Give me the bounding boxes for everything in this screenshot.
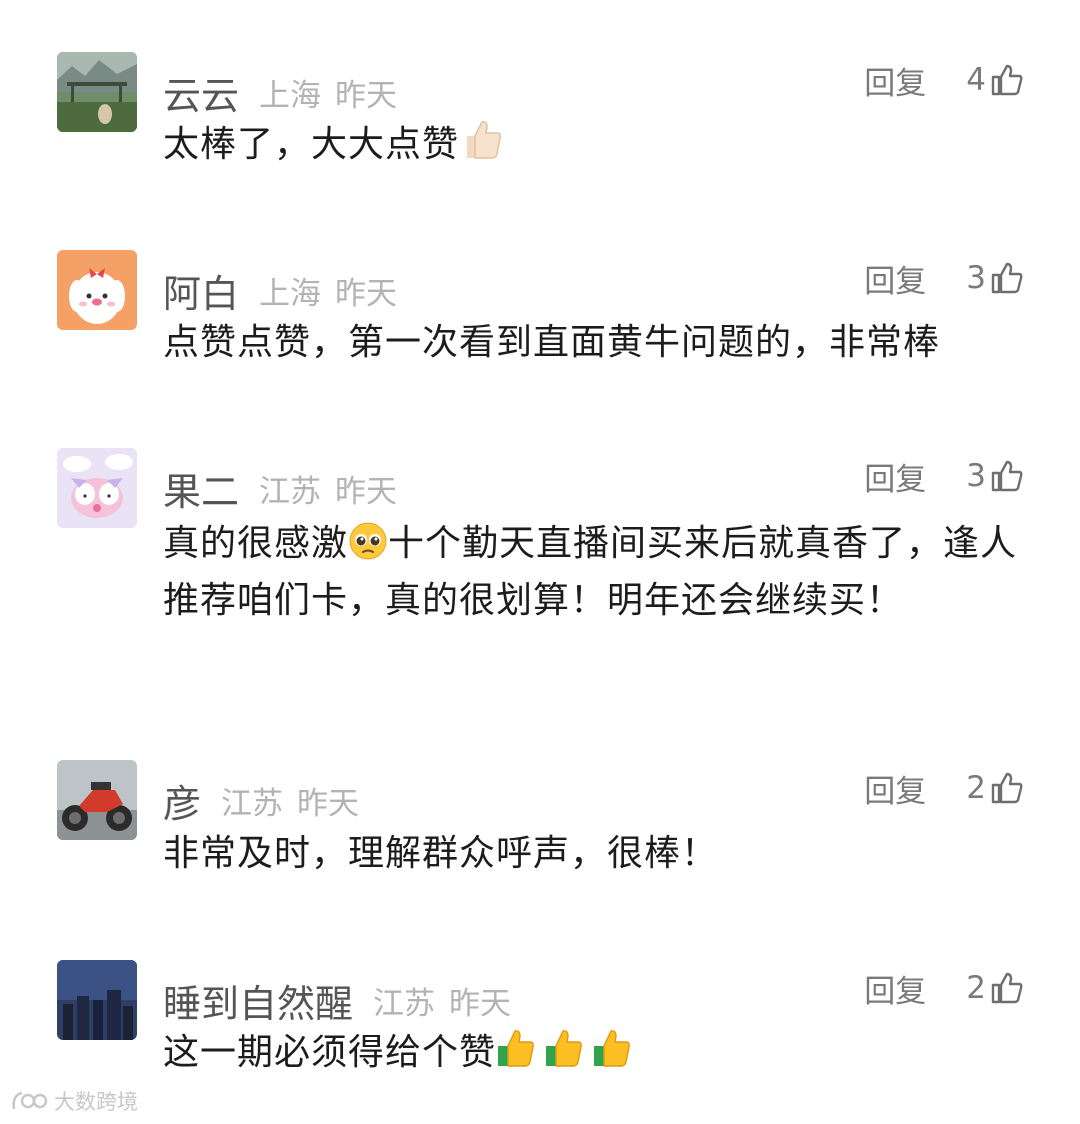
watermark: 大数跨境 — [10, 1086, 138, 1116]
thumbs-up-emoji-icon — [496, 1024, 640, 1070]
comment-actions: 回复 3 — [864, 238, 1024, 318]
like-count: 2 — [966, 970, 986, 1006]
location: 江苏 — [221, 785, 284, 822]
like-count: 4 — [966, 62, 986, 98]
comment-actions: 回复 2 — [864, 748, 1024, 828]
comment-text: 非常及时，理解群众呼声，很棒！ — [163, 833, 719, 874]
reply-button[interactable]: 回复 — [864, 454, 926, 499]
timestamp: 昨天 — [449, 985, 512, 1022]
thumbs-up-outline-icon — [990, 459, 1024, 493]
comment-text-content: 真的很感激 — [163, 523, 349, 564]
thumbs-up-emoji-icon — [459, 116, 505, 162]
comment-text-content: 这一期必须得给个赞 — [163, 1032, 497, 1073]
reply-button[interactable]: 回复 — [864, 966, 926, 1011]
comment-actions: 回复 3 — [864, 436, 1024, 516]
thumbs-up-outline-icon — [990, 771, 1024, 805]
watermark-logo-icon — [12, 1091, 48, 1110]
username[interactable]: 彦 — [163, 773, 201, 828]
comment-text: 太棒了，大大点赞 — [163, 116, 1033, 173]
like-button[interactable]: 2 — [966, 970, 1024, 1006]
thumbs-up-outline-icon — [990, 971, 1024, 1005]
reply-button[interactable]: 回复 — [864, 766, 926, 811]
like-count: 3 — [966, 458, 986, 494]
like-button[interactable]: 4 — [966, 62, 1024, 98]
comment-text: 这一期必须得给个赞 — [163, 1024, 1033, 1081]
comment-actions: 回复 4 — [864, 40, 1024, 120]
avatar[interactable] — [57, 760, 137, 840]
avatar[interactable] — [57, 448, 137, 528]
thumbs-up-outline-icon — [990, 261, 1024, 295]
location: 上海 — [259, 275, 322, 312]
avatar[interactable] — [57, 250, 137, 330]
location: 上海 — [259, 77, 322, 114]
location: 江苏 — [259, 473, 322, 510]
like-button[interactable]: 2 — [966, 770, 1024, 806]
like-button[interactable]: 3 — [966, 458, 1024, 494]
comment-text: 真的很感激 十个勤天直播间买来后就真香了，逢人推荐咱们卡，真的很划算！明年还会继续… — [163, 515, 1033, 629]
timestamp: 昨天 — [335, 473, 398, 510]
timestamp: 昨天 — [335, 275, 398, 312]
username[interactable]: 阿白 — [163, 263, 239, 318]
like-count: 2 — [966, 770, 986, 806]
pleading-face-emoji-icon — [348, 521, 388, 561]
username[interactable]: 睡到自然醒 — [163, 973, 353, 1028]
reply-button[interactable]: 回复 — [864, 256, 926, 301]
location: 江苏 — [373, 985, 436, 1022]
thumbs-up-outline-icon — [990, 63, 1024, 97]
avatar[interactable] — [57, 960, 137, 1040]
watermark-text: 大数跨境 — [54, 1090, 138, 1114]
avatar[interactable] — [57, 52, 137, 132]
comment-actions: 回复 2 — [864, 948, 1024, 1028]
like-count: 3 — [966, 260, 986, 296]
username[interactable]: 云云 — [163, 65, 239, 120]
timestamp: 昨天 — [335, 77, 398, 114]
comment-text-content: 太棒了，大大点赞 — [163, 124, 460, 165]
username[interactable]: 果二 — [163, 461, 239, 516]
timestamp: 昨天 — [297, 785, 360, 822]
comment-text: 点赞点赞，第一次看到直面黄牛问题的，非常棒 — [163, 322, 941, 363]
reply-button[interactable]: 回复 — [864, 58, 926, 103]
like-button[interactable]: 3 — [966, 260, 1024, 296]
